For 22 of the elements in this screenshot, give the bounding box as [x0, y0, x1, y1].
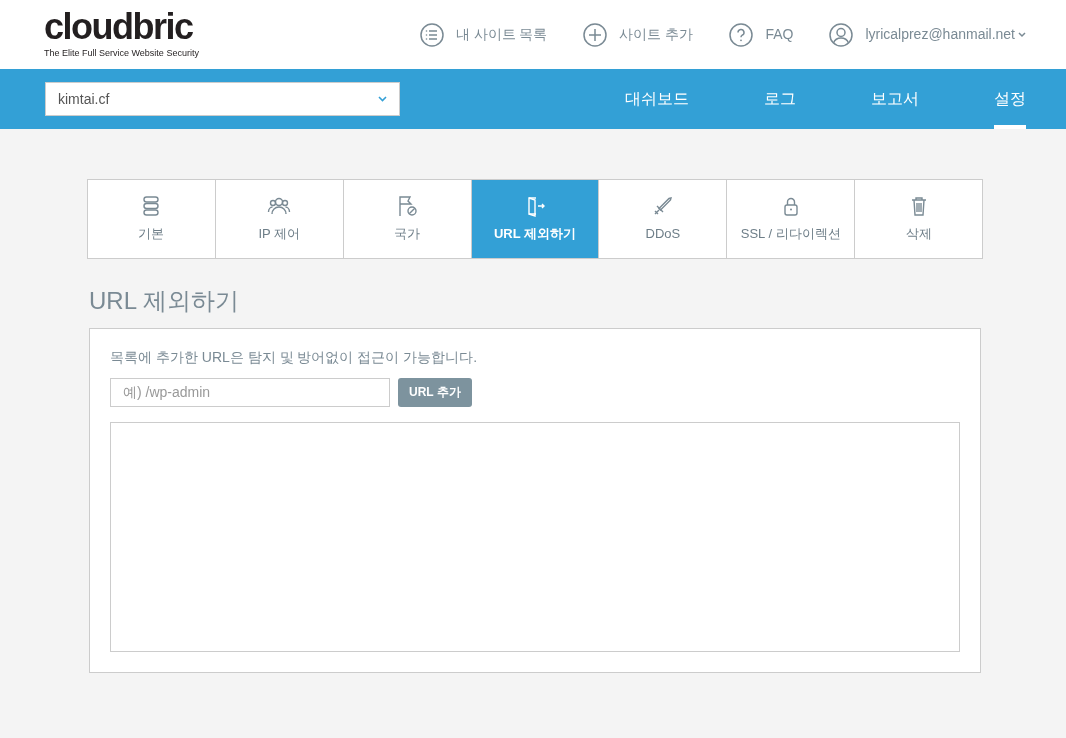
user-icon: [829, 22, 854, 47]
nav-tab[interactable]: 대쉬보드: [625, 69, 689, 129]
nav-tab[interactable]: 로그: [764, 69, 796, 129]
top-link[interactable]: FAQ: [729, 22, 794, 47]
settings-tab[interactable]: URL 제외하기: [470, 180, 599, 258]
top-link[interactable]: 내 사이트 목록: [419, 22, 548, 47]
section-title: URL 제외하기: [89, 287, 240, 316]
question-icon: [729, 22, 754, 47]
add-url-button[interactable]: URL 추가: [398, 377, 472, 407]
url-input-field[interactable]: 예) /wp-admin: [110, 377, 390, 407]
url-list-field[interactable]: [110, 421, 960, 652]
list-icon: [419, 22, 444, 47]
plus-icon: [583, 22, 608, 47]
site-name: kimtai.cf: [58, 89, 110, 109]
description: 목록에 추가한 URL은 탐지 및 방어없이 접근이 가능합니다.: [110, 347, 479, 367]
top-link[interactable]: 사이트 추가: [583, 22, 694, 47]
site-select[interactable]: kimtai.cf: [45, 82, 400, 116]
nav-tab[interactable]: 보고서: [871, 69, 919, 129]
nav-tab[interactable]: 설정: [994, 69, 1026, 129]
top-link[interactable]: lyricalprez@hanmail.net: [829, 22, 1026, 47]
logo[interactable]: cloudbric The Elite Full Service Website Security: [44, 8, 199, 61]
chevron-down-icon: [378, 96, 387, 102]
